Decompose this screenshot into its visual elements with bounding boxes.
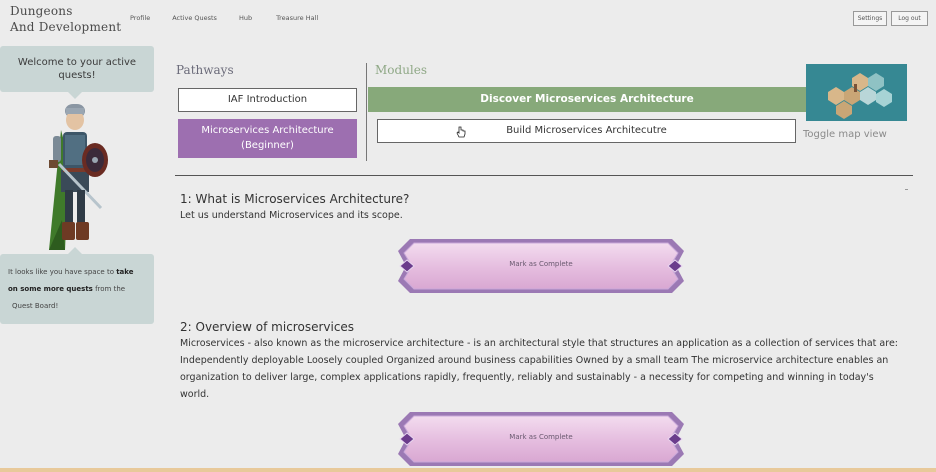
hint-bold-1: take — [116, 268, 134, 276]
quest-1-description: Let us understand Microservices and its … — [180, 210, 403, 221]
elf-knight-avatar — [49, 104, 108, 250]
toggle-map-view[interactable]: Toggle map view — [803, 129, 887, 140]
module-discover-microservices[interactable]: Discover Microservices Architecture — [368, 87, 806, 112]
top-bar: Dungeons And Development Profile Active … — [0, 0, 936, 44]
hex-map-thumbnail[interactable] — [806, 64, 907, 121]
nav-hub[interactable]: Hub — [239, 14, 252, 22]
column-divider — [366, 63, 367, 161]
pathways-heading: Pathways — [176, 63, 234, 77]
settings-button[interactable]: Settings — [853, 11, 887, 26]
section-divider — [175, 175, 913, 176]
quest-2-description: Microservices - also known as the micros… — [180, 338, 898, 400]
quest-2-title: 2: Overview of microservices — [180, 320, 355, 334]
nav-active-quests[interactable]: Active Quests — [172, 14, 217, 22]
module-build-microservices[interactable]: Build Microservices Architecutre — [377, 119, 796, 143]
welcome-text: Welcome to your active quests! — [17, 57, 137, 81]
brand-line-2: And Development — [10, 20, 122, 34]
nav-profile[interactable]: Profile — [130, 14, 150, 22]
hand-pointer-icon — [456, 126, 466, 138]
pathway-iaf-introduction[interactable]: IAF Introduction — [178, 88, 357, 112]
pathway-microservices-beginner[interactable]: Microservices Architecture (Beginner) — [178, 119, 357, 158]
nav-treasure-hall[interactable]: Treasure Hall — [276, 14, 318, 22]
quest-board-hint: It looks like you have space to take on … — [0, 247, 154, 324]
bottom-edge-strip — [0, 468, 936, 472]
main-nav: Profile Active Quests Hub Treasure Hall — [130, 14, 318, 22]
mark-complete-button-1[interactable]: Mark as Complete — [398, 237, 684, 295]
mark-complete-label-1: Mark as Complete — [509, 260, 573, 268]
modules-heading: Modules — [375, 63, 428, 77]
quest-1-title: 1: What is Microservices Architecture? — [180, 192, 410, 206]
scroll-marker — [905, 189, 908, 190]
hint-mid: from the — [92, 285, 126, 293]
hint-bold-2: on some more quests — [8, 285, 93, 293]
brand-line-1: Dungeons — [10, 4, 73, 18]
app-brand[interactable]: Dungeons And Development — [10, 3, 121, 35]
mark-complete-label-2: Mark as Complete — [509, 433, 573, 441]
mark-complete-button-2[interactable]: Mark as Complete — [398, 410, 684, 468]
hint-prefix: It looks like you have space to — [8, 268, 117, 276]
hint-quest-board[interactable]: Quest Board! — [8, 298, 146, 315]
welcome-bubble: Welcome to your active quests! — [0, 46, 154, 99]
logout-button[interactable]: Log out — [891, 11, 928, 26]
